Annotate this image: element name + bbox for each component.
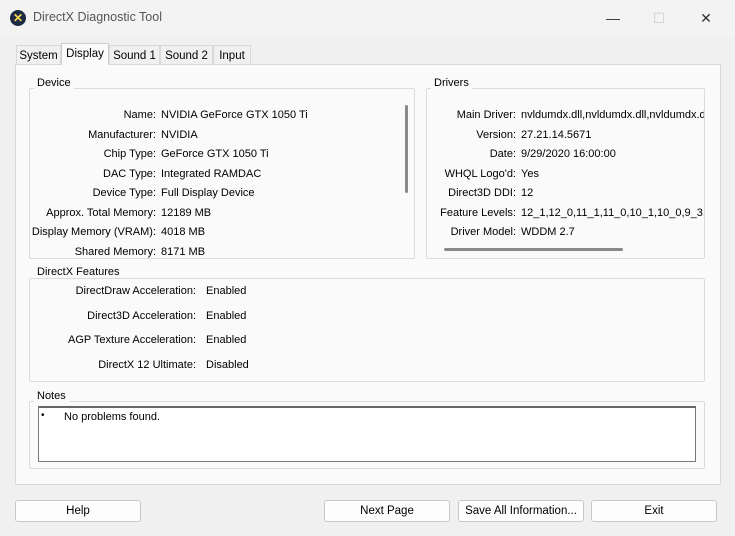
drivers-label: Version: bbox=[476, 128, 516, 141]
drivers-label: Main Driver: bbox=[456, 109, 516, 121]
drivers-label: Date: bbox=[489, 148, 516, 160]
features-label: Direct3D Acceleration: bbox=[87, 309, 196, 322]
features-label: DirectDraw Acceleration: bbox=[75, 285, 196, 297]
help-button[interactable]: Help bbox=[15, 500, 141, 522]
note-item: No problems found. bbox=[64, 411, 160, 423]
tab-input[interactable]: Input bbox=[213, 45, 251, 65]
device-label: Approx. Total Memory: bbox=[46, 206, 156, 219]
device-value: 8171 MB bbox=[161, 245, 206, 258]
directx-app-icon: ✕ bbox=[10, 10, 26, 26]
tab-display[interactable]: Display bbox=[61, 43, 109, 65]
features-value: Enabled bbox=[206, 334, 247, 346]
drivers-label: Direct3D DDI: bbox=[448, 187, 516, 199]
drivers-label: Feature Levels: bbox=[440, 206, 516, 219]
maximize-button[interactable]: ☐ bbox=[636, 4, 682, 32]
features-value: Enabled bbox=[206, 309, 247, 322]
drivers-value: WDDM 2.7 bbox=[521, 226, 575, 238]
features-label: DirectX 12 Ultimate: bbox=[98, 358, 196, 371]
notes-title: Notes bbox=[34, 390, 69, 402]
tab-system[interactable]: System bbox=[16, 45, 61, 65]
device-label: Shared Memory: bbox=[74, 245, 156, 258]
device-value: NVIDIA GeForce GTX 1050 Ti bbox=[161, 109, 308, 121]
device-label: Device Type: bbox=[92, 187, 156, 199]
device-label: Chip Type: bbox=[103, 148, 156, 160]
features-value: Enabled bbox=[206, 285, 247, 297]
next-page-button[interactable]: Next Page bbox=[324, 500, 450, 522]
features-label: AGP Texture Acceleration: bbox=[68, 334, 196, 346]
device-value: NVIDIA bbox=[161, 128, 198, 141]
drivers-label: Driver Model: bbox=[450, 226, 516, 238]
directx-features-title: DirectX Features bbox=[34, 266, 123, 278]
device-label: Manufacturer: bbox=[88, 128, 156, 141]
drivers-horizontal-scrollbar[interactable] bbox=[444, 248, 623, 251]
notes-textbox[interactable]: • No problems found. bbox=[38, 406, 696, 462]
device-value: Full Display Device bbox=[161, 187, 255, 199]
device-label: DAC Type: bbox=[103, 167, 156, 180]
drivers-value: 12 bbox=[521, 187, 534, 199]
drivers-value: 9/29/2020 16:00:00 bbox=[521, 148, 616, 160]
drivers-value: 12_1,12_0,11_1,11_0,10_1,10_0,9_3,9_2,9_… bbox=[521, 206, 704, 219]
window-title: DirectX Diagnostic Tool bbox=[33, 10, 162, 24]
drivers-value: nvldumdx.dll,nvldumdx.dll,nvldumdx.dll,n… bbox=[521, 109, 704, 121]
device-group-title: Device bbox=[34, 77, 74, 89]
device-value: 4018 MB bbox=[161, 226, 206, 238]
tab-sound-2[interactable]: Sound 2 bbox=[160, 45, 213, 65]
features-value: Disabled bbox=[206, 358, 249, 371]
minimize-button[interactable]: — bbox=[590, 4, 636, 32]
drivers-group-title: Drivers bbox=[431, 77, 472, 89]
device-value: Integrated RAMDAC bbox=[161, 167, 262, 180]
tab-sound-1[interactable]: Sound 1 bbox=[109, 45, 160, 65]
device-value: GeForce GTX 1050 Ti bbox=[161, 148, 269, 160]
bullet-icon: • bbox=[41, 410, 45, 421]
device-label: Display Memory (VRAM): bbox=[31, 226, 156, 238]
device-label: Name: bbox=[123, 109, 156, 121]
device-vertical-scrollbar[interactable] bbox=[405, 105, 408, 193]
save-all-information-button[interactable]: Save All Information... bbox=[458, 500, 584, 522]
close-button[interactable]: ✕ bbox=[683, 4, 729, 32]
drivers-value: Yes bbox=[521, 167, 539, 180]
drivers-value: 27.21.14.5671 bbox=[521, 128, 592, 141]
exit-button[interactable]: Exit bbox=[591, 500, 717, 522]
device-value: 12189 MB bbox=[161, 206, 212, 219]
drivers-label: WHQL Logo'd: bbox=[444, 167, 516, 180]
